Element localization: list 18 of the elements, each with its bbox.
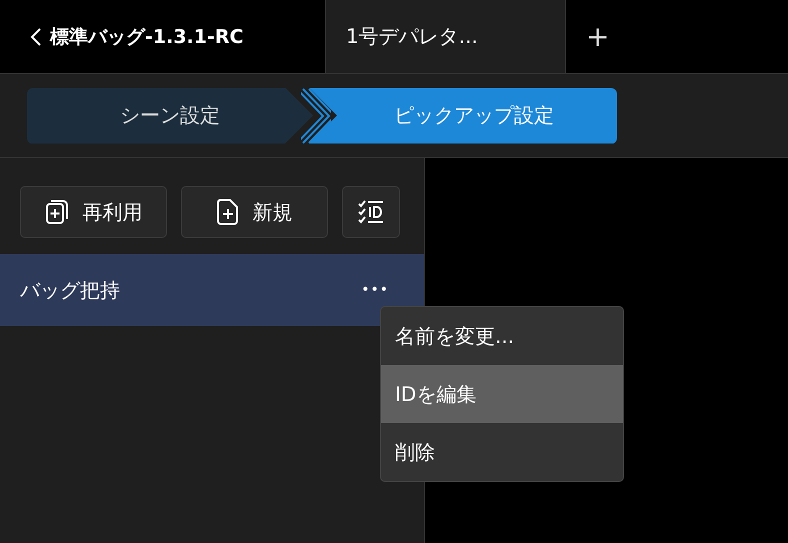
reuse-button[interactable]: 再利用 (20, 186, 167, 238)
new-button[interactable]: 新規 (181, 186, 328, 238)
add-tab-button[interactable]: + (566, 0, 630, 73)
step-tab[interactable]: ピックアップ設定 (309, 88, 617, 144)
back-icon (30, 26, 42, 46)
id-list-button[interactable] (342, 186, 400, 238)
step-tab[interactable]: シーン設定 (27, 88, 313, 144)
menu-item[interactable]: IDを編集 (381, 365, 623, 423)
list-item[interactable]: バッグ把持 ••• (0, 254, 424, 326)
file-add-icon (216, 199, 238, 225)
document-tab[interactable]: 1号デパレタ... (325, 0, 566, 73)
more-button[interactable]: ••• (361, 282, 389, 298)
back-tab[interactable]: 標準バッグ-1.3.1-RC (0, 0, 325, 73)
copy-add-icon (44, 199, 68, 225)
chevrons-icon (301, 88, 331, 144)
menu-item[interactable]: 削除 (381, 423, 623, 481)
id-checklist-icon (357, 199, 385, 225)
item-label: バッグ把持 (20, 276, 120, 304)
